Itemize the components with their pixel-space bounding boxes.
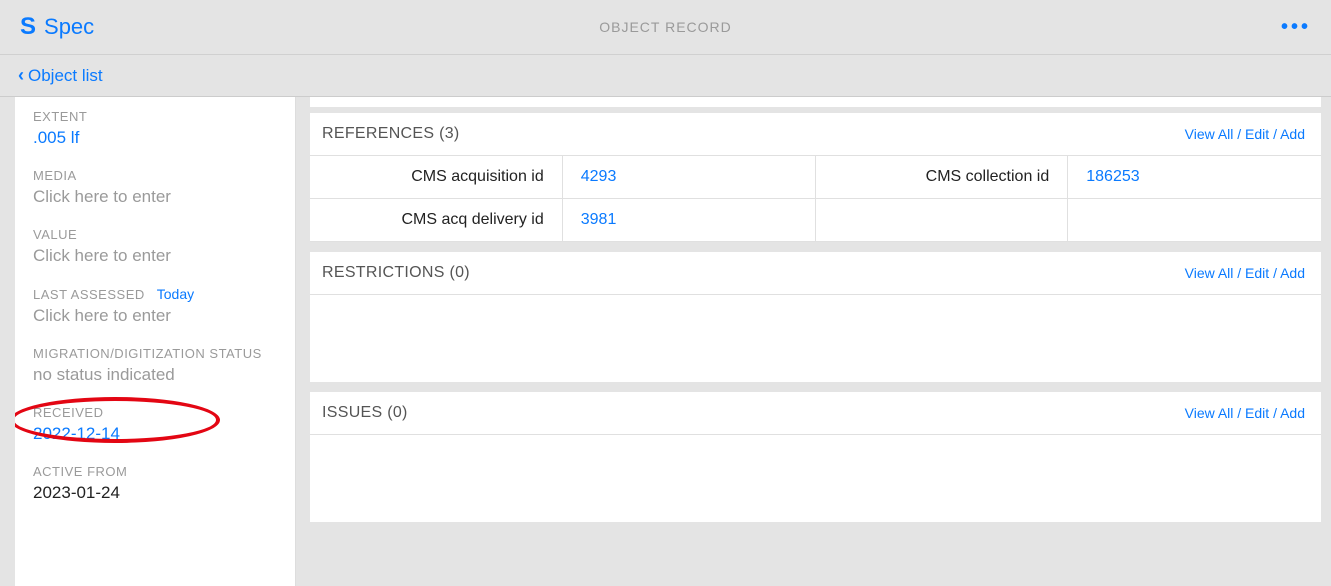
main-panel: REFERENCES (3) View All / Edit / Add CMS…: [296, 97, 1331, 586]
media-input[interactable]: Click here to enter: [33, 187, 281, 207]
top-header: S Spec OBJECT RECORD •••: [0, 0, 1331, 55]
extent-value[interactable]: .005 lf: [33, 128, 281, 148]
page-title: OBJECT RECORD: [599, 19, 732, 35]
field-last-assessed: LAST ASSESSED Today Click here to enter: [33, 286, 281, 326]
panel-title: RESTRICTIONS (0): [322, 264, 470, 282]
field-label: VALUE: [33, 227, 281, 242]
issues-actions[interactable]: View All / Edit / Add: [1185, 405, 1305, 421]
breadcrumb-label: Object list: [28, 66, 103, 86]
issues-panel: ISSUES (0) View All / Edit / Add: [310, 392, 1321, 522]
ref-label: CMS acquisition id: [310, 156, 563, 199]
spec-logo-icon: S: [20, 13, 36, 41]
restrictions-body: [310, 294, 1321, 382]
field-label: ACTIVE FROM: [33, 464, 281, 479]
ref-label: CMS acq delivery id: [310, 199, 563, 242]
migration-status-value[interactable]: no status indicated: [33, 365, 281, 385]
field-label: MIGRATION/DIGITIZATION STATUS: [33, 346, 281, 361]
field-value: VALUE Click here to enter: [33, 227, 281, 266]
more-menu-icon[interactable]: •••: [1281, 16, 1311, 39]
field-label: RECEIVED: [33, 405, 281, 420]
field-label: LAST ASSESSED Today: [33, 286, 281, 302]
previous-panel-edge: [310, 97, 1321, 107]
field-media: MEDIA Click here to enter: [33, 168, 281, 207]
references-panel: REFERENCES (3) View All / Edit / Add CMS…: [310, 113, 1321, 242]
panel-title: ISSUES (0): [322, 404, 408, 422]
references-actions[interactable]: View All / Edit / Add: [1185, 126, 1305, 142]
ref-value: [1068, 199, 1321, 242]
ref-value[interactable]: 4293: [563, 156, 816, 199]
issues-body: [310, 434, 1321, 522]
breadcrumb-bar: ‹ Object list: [0, 55, 1331, 97]
last-assessed-input[interactable]: Click here to enter: [33, 306, 281, 326]
field-migration-status: MIGRATION/DIGITIZATION STATUS no status …: [33, 346, 281, 385]
panel-header: RESTRICTIONS (0) View All / Edit / Add: [310, 252, 1321, 294]
ref-label: CMS collection id: [816, 156, 1069, 199]
sidebar: EXTENT .005 lf MEDIA Click here to enter…: [15, 97, 296, 586]
ref-value[interactable]: 186253: [1068, 156, 1321, 199]
field-extent: EXTENT .005 lf: [33, 109, 281, 148]
breadcrumb-back-link[interactable]: ‹ Object list: [18, 65, 103, 86]
references-table: CMS acquisition id 4293 CMS collection i…: [310, 155, 1321, 242]
active-from-value: 2023-01-24: [33, 483, 281, 503]
panel-header: ISSUES (0) View All / Edit / Add: [310, 392, 1321, 434]
logo[interactable]: S Spec: [20, 13, 94, 41]
chevron-left-icon: ‹: [18, 65, 24, 86]
received-value[interactable]: 2022-12-14: [33, 424, 281, 444]
restrictions-panel: RESTRICTIONS (0) View All / Edit / Add: [310, 252, 1321, 382]
label-text: LAST ASSESSED: [33, 287, 145, 302]
field-label: EXTENT: [33, 109, 281, 124]
panel-header: REFERENCES (3) View All / Edit / Add: [310, 113, 1321, 155]
content-area: EXTENT .005 lf MEDIA Click here to enter…: [0, 97, 1331, 586]
field-label: MEDIA: [33, 168, 281, 183]
panel-title: REFERENCES (3): [322, 125, 460, 143]
ref-value[interactable]: 3981: [563, 199, 816, 242]
value-input[interactable]: Click here to enter: [33, 246, 281, 266]
field-active-from: ACTIVE FROM 2023-01-24: [33, 464, 281, 503]
field-received: RECEIVED 2022-12-14: [33, 405, 281, 444]
restrictions-actions[interactable]: View All / Edit / Add: [1185, 265, 1305, 281]
ref-label: [816, 199, 1069, 242]
today-link[interactable]: Today: [157, 286, 194, 302]
app-name: Spec: [44, 14, 94, 40]
